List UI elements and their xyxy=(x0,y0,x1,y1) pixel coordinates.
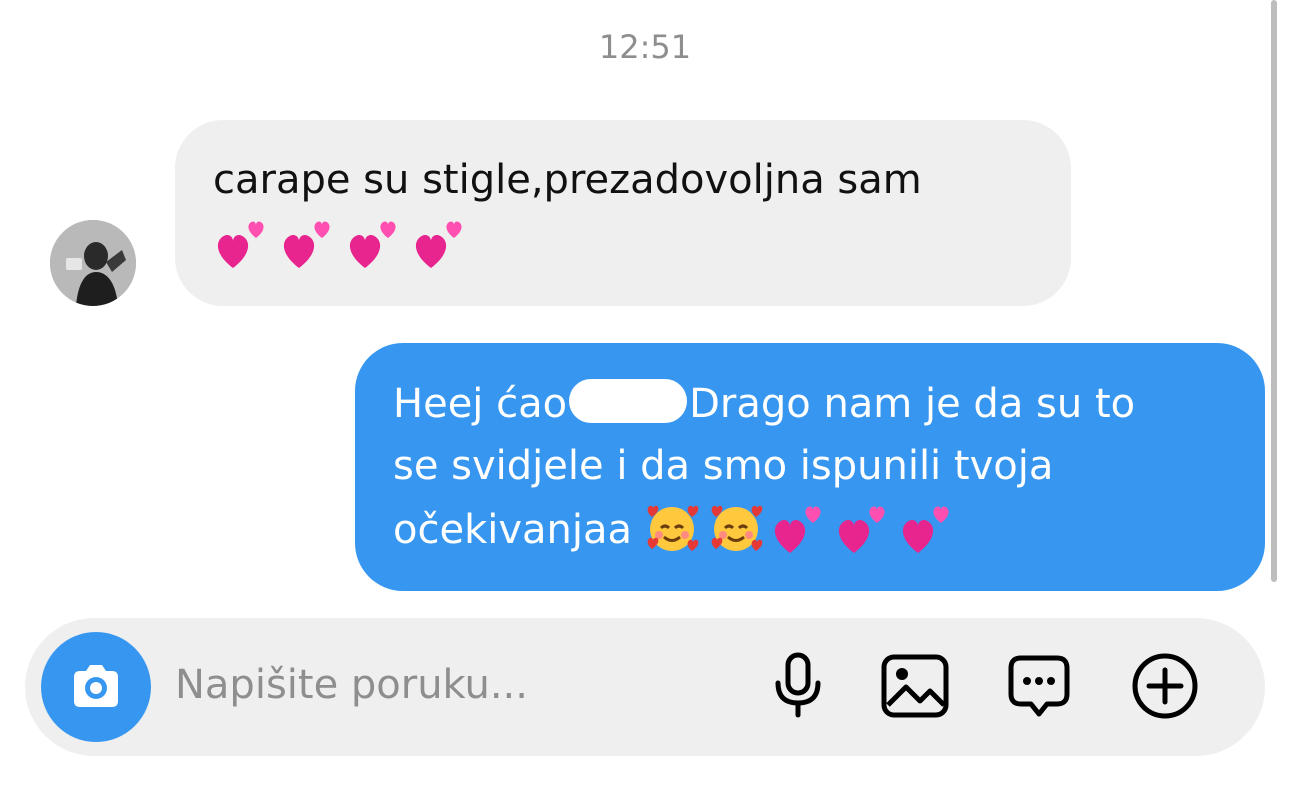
avatar-photo xyxy=(50,220,136,306)
two-hearts-emoji-icon xyxy=(349,221,396,268)
add-icon xyxy=(1132,653,1198,719)
incoming-message-text: carape su stigle,prezadovoljna sam xyxy=(213,157,922,203)
camera-icon xyxy=(74,665,118,707)
smiling-face-with-hearts-emoji-icon xyxy=(711,505,763,551)
outgoing-emoji-row xyxy=(642,497,958,557)
outgoing-message-line-2: se svidjele i da smo ispunili tvoja xyxy=(393,443,1054,489)
two-hearts-emoji-icon xyxy=(774,506,821,553)
outgoing-message-line-1: Heej ćao Drago nam je da su to xyxy=(393,373,1229,435)
add-button[interactable] xyxy=(1127,648,1203,724)
outgoing-text-line1-rest: Drago nam je da su to xyxy=(689,381,1136,427)
outgoing-text-line3: očekivanjaa xyxy=(393,507,633,553)
incoming-emoji-row xyxy=(213,212,1035,272)
redacted-name xyxy=(569,379,688,423)
gallery-button[interactable] xyxy=(877,648,953,724)
gallery-icon xyxy=(881,654,949,718)
two-hearts-emoji-icon xyxy=(415,221,462,268)
sticker-message-icon xyxy=(1008,655,1070,717)
two-hearts-emoji-icon xyxy=(217,221,264,268)
sticker-button[interactable] xyxy=(1001,648,1077,724)
message-composer: Napišite poruku... xyxy=(25,618,1265,756)
two-hearts-emoji-icon xyxy=(902,506,949,553)
outgoing-text-greeting: Heej ćao xyxy=(393,381,568,427)
camera-button[interactable] xyxy=(41,632,151,742)
outgoing-message-bubble[interactable]: Heej ćao Drago nam je da su to se svidjel… xyxy=(355,343,1265,591)
scrollbar[interactable] xyxy=(1271,0,1277,582)
outgoing-message-line-3: očekivanjaa xyxy=(393,497,1229,561)
sender-avatar[interactable] xyxy=(50,220,136,306)
two-hearts-emoji-icon xyxy=(283,221,330,268)
message-input[interactable]: Napišite poruku... xyxy=(175,662,528,708)
smiling-face-with-hearts-emoji-icon xyxy=(647,505,699,551)
incoming-message-bubble[interactable]: carape su stigle,prezadovoljna sam xyxy=(175,120,1071,306)
voice-message-button[interactable] xyxy=(760,648,836,724)
message-timestamp: 12:51 xyxy=(598,28,692,66)
two-hearts-emoji-icon xyxy=(838,506,885,553)
microphone-icon xyxy=(775,652,821,718)
